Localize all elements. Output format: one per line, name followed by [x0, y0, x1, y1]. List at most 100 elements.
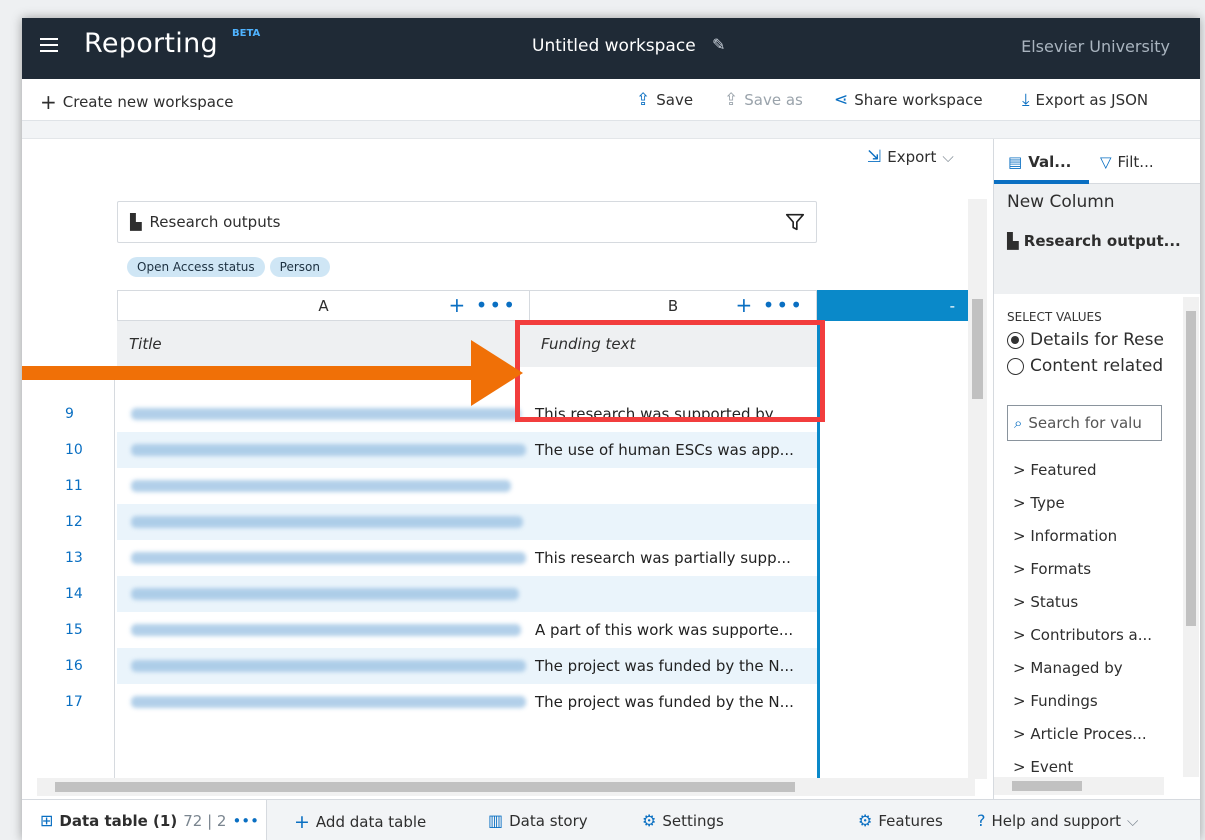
field-title: Title: [129, 335, 162, 353]
column-actions[interactable]: + •••: [735, 293, 804, 317]
tree-item[interactable]: > Status: [1013, 593, 1078, 611]
more-icon[interactable]: •••: [232, 812, 259, 830]
tree-item[interactable]: > Contributors a...: [1013, 626, 1152, 644]
funding-cell[interactable]: [529, 576, 817, 612]
tree-item[interactable]: > Formats: [1013, 560, 1091, 578]
new-column-title: New Column: [1007, 192, 1115, 212]
plus-icon: +: [40, 90, 57, 114]
title-cell[interactable]: [117, 612, 529, 648]
export-json-label: Export as JSON: [1035, 91, 1149, 109]
funding-cell[interactable]: A part of this work was supporte...: [529, 612, 817, 648]
panel-vertical-scrollbar[interactable]: [1183, 297, 1199, 777]
add-table-label: Add data table: [315, 813, 427, 831]
share-icon: ⋖: [834, 90, 849, 110]
chip-person[interactable]: Person: [269, 257, 330, 277]
search-icon: ⌕: [1014, 414, 1023, 432]
pencil-icon[interactable]: ✎: [712, 35, 725, 54]
column-header-b[interactable]: B + •••: [529, 290, 817, 321]
export-dropdown[interactable]: ⇲ Export ⌵: [867, 147, 954, 167]
plus-icon: +: [294, 811, 310, 833]
title-cell[interactable]: [117, 432, 529, 468]
top-bar: Reporting BETA Untitled workspace ✎ Else…: [22, 18, 1200, 79]
title-cell[interactable]: [117, 540, 529, 576]
funding-cell[interactable]: [529, 504, 817, 540]
tree-item[interactable]: > Featured: [1013, 461, 1097, 479]
funding-cell[interactable]: The use of human ESCs was app...: [529, 432, 817, 468]
create-workspace-button[interactable]: + Create new workspace: [40, 90, 233, 114]
row-number: 15: [65, 622, 83, 638]
row-number: 12: [65, 514, 83, 530]
tree-item[interactable]: > Article Proces...: [1013, 725, 1147, 743]
tab-values[interactable]: ▤ Val...: [1008, 153, 1071, 171]
app-title: Reporting: [84, 28, 218, 59]
save-icon: ⇪: [636, 90, 651, 110]
column-source: ▙ Research output...: [1007, 232, 1181, 250]
book-icon: ▙: [1007, 232, 1024, 250]
bar-chart-icon: ▥: [488, 811, 504, 830]
panel-horizontal-scrollbar[interactable]: [994, 777, 1164, 795]
help-icon: ?: [977, 811, 986, 830]
radio-content[interactable]: Content related: [1007, 356, 1182, 376]
data-story-tab[interactable]: ▥ Data story: [488, 811, 588, 830]
data-table-area: ⇲ Export ⌵ ▙ Research outputs Open Acces…: [22, 139, 987, 789]
grid-icon: ⊞: [40, 811, 54, 830]
chip-open-access[interactable]: Open Access status: [127, 257, 265, 277]
table-vertical-scrollbar[interactable]: [968, 199, 987, 779]
radio-details[interactable]: Details for Rese: [1007, 330, 1182, 350]
tab-filters-label: Filt...: [1117, 153, 1154, 171]
help-label: Help and support: [991, 811, 1122, 830]
radio-label: Details for Rese: [1030, 330, 1164, 350]
features-button[interactable]: ⚙ Features: [858, 811, 943, 830]
menu-icon[interactable]: [40, 38, 58, 52]
filter-icon[interactable]: [784, 211, 806, 233]
settings-tab[interactable]: ⚙ Settings: [642, 811, 724, 830]
tree-item[interactable]: > Type: [1013, 494, 1065, 512]
source-selector[interactable]: ▙ Research outputs: [117, 201, 817, 243]
chevron-down-icon: ⌵: [942, 148, 954, 166]
save-button[interactable]: ⇪ Save: [636, 90, 693, 110]
share-workspace-button[interactable]: ⋖ Share workspace: [834, 90, 983, 110]
gear-icon: ⚙: [858, 811, 873, 830]
column-header-a[interactable]: A + •••: [117, 290, 530, 321]
filter-chips: Open Access status Person: [127, 257, 330, 277]
funding-cell[interactable]: The project was funded by the N...: [529, 684, 817, 720]
column-summary: New Column ▙ Research output...: [994, 184, 1200, 294]
radio-label: Content related: [1030, 356, 1164, 376]
tab-filters[interactable]: ▽ Filt...: [1100, 153, 1154, 171]
tree-item[interactable]: > Managed by: [1013, 659, 1123, 677]
funding-cell[interactable]: [529, 468, 817, 504]
tree-item[interactable]: > Information: [1013, 527, 1117, 545]
table-horizontal-scrollbar[interactable]: [37, 778, 975, 796]
bottom-bar: ⊞ Data table (1) 72 | 2 ••• + Add data t…: [22, 799, 1200, 840]
funding-cell[interactable]: The project was funded by the N...: [529, 648, 817, 684]
funding-cell[interactable]: This research was partially supp...: [529, 540, 817, 576]
save-as-icon: ⇪: [724, 90, 739, 110]
column-actions[interactable]: + •••: [448, 293, 517, 317]
add-data-table-button[interactable]: + Add data table: [294, 811, 426, 833]
column-letter: -: [949, 297, 955, 315]
data-table-label: Data table (1): [59, 811, 178, 830]
workspace-title[interactable]: Untitled workspace: [532, 36, 696, 56]
settings-label: Settings: [662, 811, 724, 830]
download-icon: ⤓: [1022, 90, 1030, 110]
gear-icon: ⚙: [642, 811, 657, 830]
title-cell[interactable]: [117, 468, 529, 504]
title-cell[interactable]: [117, 396, 529, 432]
radio-unselected-icon: [1007, 357, 1024, 375]
title-cell[interactable]: [117, 648, 529, 684]
title-cell[interactable]: [117, 684, 529, 720]
data-table-tab[interactable]: ⊞ Data table (1) 72 | 2 •••: [40, 811, 259, 830]
row-number: 9: [65, 406, 74, 422]
title-cell[interactable]: [117, 576, 529, 612]
save-label: Save: [656, 91, 694, 109]
title-cell[interactable]: [117, 504, 529, 540]
column-header-new[interactable]: -: [817, 290, 968, 321]
tree-item[interactable]: > Event: [1013, 758, 1073, 776]
value-search-input[interactable]: ⌕ Search for valu: [1007, 405, 1162, 441]
organization-name: Elsevier University: [1021, 37, 1170, 56]
tree-item[interactable]: > Fundings: [1013, 692, 1098, 710]
export-json-button[interactable]: ⤓ Export as JSON: [1022, 90, 1148, 110]
save-as-button[interactable]: ⇪ Save as: [724, 90, 803, 110]
help-support-dropdown[interactable]: ? Help and support ⌵: [977, 811, 1138, 830]
row-number: 11: [65, 478, 83, 494]
